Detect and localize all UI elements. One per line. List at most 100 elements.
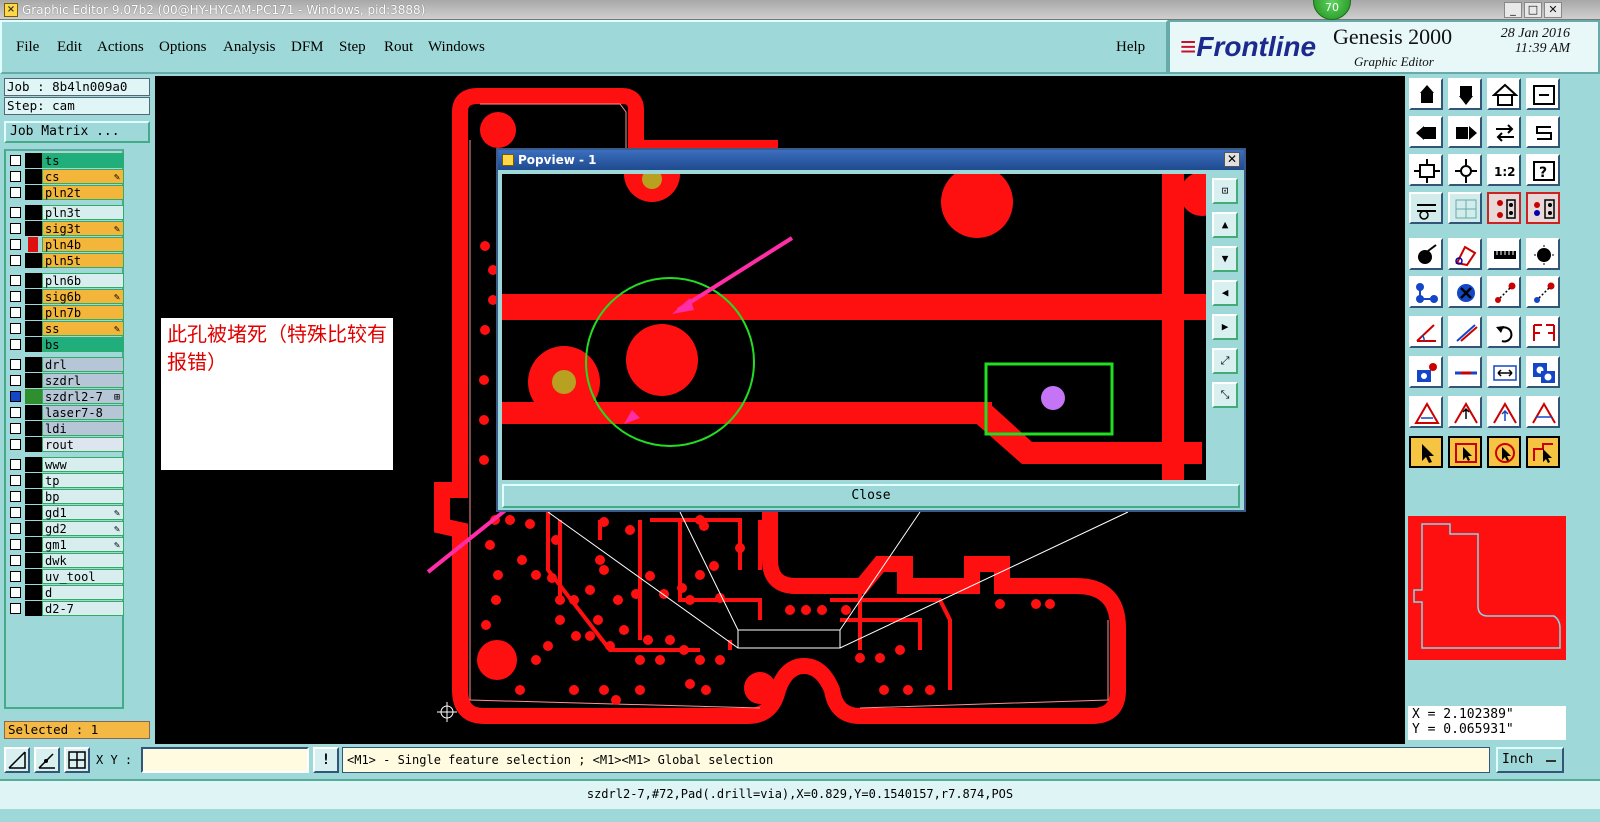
pan-right-icon[interactable] bbox=[1448, 116, 1482, 148]
close-window-button[interactable]: ✕ bbox=[1544, 2, 1562, 18]
triangle-icon[interactable] bbox=[1409, 396, 1443, 428]
layer-name[interactable]: rout bbox=[42, 437, 124, 452]
layer-name[interactable]: d bbox=[42, 585, 124, 600]
layer-color-swatch[interactable] bbox=[25, 437, 42, 452]
pan-down-icon[interactable] bbox=[1448, 78, 1482, 110]
job-matrix-button[interactable]: Job Matrix ... bbox=[4, 121, 150, 143]
popview-canvas[interactable] bbox=[502, 174, 1206, 480]
warning-button[interactable]: ! bbox=[313, 747, 339, 773]
layer-name[interactable]: d2-7 bbox=[42, 601, 124, 616]
layer-checkbox[interactable] bbox=[10, 439, 21, 450]
popview-zoom-icon[interactable]: ⊡ bbox=[1212, 178, 1238, 204]
layer-color-swatch[interactable] bbox=[25, 357, 42, 372]
layer-checkbox[interactable] bbox=[10, 255, 21, 266]
layer-row-bp[interactable]: bp bbox=[8, 489, 124, 504]
layer-row-rout[interactable]: rout bbox=[8, 437, 124, 452]
snap-icon[interactable] bbox=[4, 747, 30, 773]
layer-color-swatch[interactable] bbox=[25, 185, 42, 200]
layer-name[interactable]: uv_tool bbox=[42, 569, 124, 584]
angle-icon[interactable] bbox=[1409, 316, 1443, 348]
layer-color-swatch[interactable] bbox=[25, 337, 42, 352]
layer-checkbox[interactable] bbox=[10, 555, 21, 566]
popview-pan-up-icon[interactable]: ▲ bbox=[1212, 212, 1238, 238]
layer-color-swatch[interactable] bbox=[25, 373, 42, 388]
mirror-icon[interactable] bbox=[1526, 316, 1560, 348]
pad-dot-icon[interactable] bbox=[1526, 238, 1560, 270]
layer-name[interactable]: ts bbox=[42, 153, 124, 168]
move-point-alt-icon[interactable] bbox=[1526, 276, 1560, 308]
layer-row-pln3t[interactable]: pln3t bbox=[8, 205, 124, 220]
unit-selector[interactable]: Inch bbox=[1496, 747, 1564, 773]
layer-row-ldi[interactable]: ldi bbox=[8, 421, 124, 436]
popview-zoom-out-icon[interactable]: ⤡ bbox=[1212, 382, 1238, 408]
layer-name[interactable]: ss ✎ bbox=[42, 321, 124, 336]
layer-color-swatch[interactable] bbox=[25, 205, 42, 220]
scale-1-2-button[interactable]: 1:2 bbox=[1487, 154, 1521, 186]
layer-row-tp[interactable]: tp bbox=[8, 473, 124, 488]
arc-up-icon[interactable] bbox=[1448, 396, 1482, 428]
layer-name[interactable]: bp bbox=[42, 489, 124, 504]
layer-name[interactable]: ldi bbox=[42, 421, 124, 436]
layer-color-swatch[interactable] bbox=[25, 553, 42, 568]
layer-row-drl[interactable]: drl bbox=[8, 357, 124, 372]
zoom-extents-icon[interactable] bbox=[1409, 154, 1443, 186]
swap-view-icon[interactable] bbox=[1487, 116, 1521, 148]
layer-name[interactable]: pln5t bbox=[42, 253, 124, 268]
layer-color-swatch[interactable] bbox=[25, 305, 42, 320]
layer-color-swatch[interactable] bbox=[25, 601, 42, 616]
layer-color-swatch[interactable] bbox=[25, 521, 42, 536]
layer-checkbox[interactable] bbox=[10, 359, 21, 370]
layer-color-swatch[interactable] bbox=[25, 153, 42, 168]
select-box-icon[interactable] bbox=[1448, 436, 1482, 468]
overview-minimap[interactable] bbox=[1408, 516, 1566, 660]
layer-checkbox[interactable] bbox=[10, 475, 21, 486]
layer-name[interactable]: dwk bbox=[42, 553, 124, 568]
arc-edit-icon[interactable] bbox=[1526, 396, 1560, 428]
layer-compare-alt-icon[interactable] bbox=[1526, 192, 1560, 224]
layer-checkbox[interactable] bbox=[10, 375, 21, 386]
layer-color-swatch[interactable] bbox=[25, 473, 42, 488]
layer-compare-icon[interactable] bbox=[1487, 192, 1521, 224]
layer-checkbox[interactable] bbox=[10, 407, 21, 418]
layer-color-swatch[interactable] bbox=[25, 569, 42, 584]
angle-snap-icon[interactable] bbox=[34, 747, 60, 773]
help-icon[interactable]: ? bbox=[1526, 154, 1560, 186]
layer-checkbox[interactable] bbox=[10, 223, 21, 234]
measure-icon[interactable] bbox=[1409, 192, 1443, 224]
layer-checkbox[interactable] bbox=[10, 339, 21, 350]
layer-row-pln6b[interactable]: pln6b bbox=[8, 273, 124, 288]
popview-pan-down-icon[interactable]: ▼ bbox=[1212, 246, 1238, 272]
layer-color-swatch[interactable] bbox=[25, 273, 42, 288]
connect-icon[interactable] bbox=[1409, 276, 1443, 308]
grid-icon[interactable] bbox=[1448, 192, 1482, 224]
layer-row-d2-7[interactable]: d2-7 bbox=[8, 601, 124, 616]
xy-input[interactable] bbox=[141, 747, 309, 773]
layer-color-swatch[interactable] bbox=[25, 457, 42, 472]
layer-name[interactable]: pln4b bbox=[42, 237, 124, 252]
layer-row-laser7-8[interactable]: laser7-8 bbox=[8, 405, 124, 420]
layer-color-swatch[interactable] bbox=[25, 389, 42, 404]
layer-color-swatch[interactable] bbox=[25, 537, 42, 552]
layer-row-gm1[interactable]: gm1 ✎ bbox=[8, 537, 124, 552]
layer-row-uv_tool[interactable]: uv_tool bbox=[8, 569, 124, 584]
zoom-fit-icon[interactable] bbox=[1526, 78, 1560, 110]
line-split-icon[interactable] bbox=[1448, 356, 1482, 388]
layer-color-swatch[interactable] bbox=[25, 321, 42, 336]
menu-options[interactable]: Options bbox=[159, 39, 207, 56]
layer-checkbox[interactable] bbox=[10, 187, 21, 198]
add-pad-icon[interactable] bbox=[1409, 238, 1443, 270]
popview-zoom-in-icon[interactable]: ⤢ bbox=[1212, 348, 1238, 374]
layer-color-swatch[interactable] bbox=[25, 169, 42, 184]
menu-help[interactable]: Help bbox=[1116, 39, 1145, 56]
layer-row-ss[interactable]: ss ✎ bbox=[8, 321, 124, 336]
layer-checkbox[interactable] bbox=[10, 603, 21, 614]
menu-analysis[interactable]: Analysis bbox=[223, 39, 276, 56]
layer-name[interactable]: www bbox=[42, 457, 124, 472]
select-polygon-icon[interactable] bbox=[1526, 436, 1560, 468]
layer-row-bs[interactable]: bs bbox=[8, 337, 124, 352]
arc-height-icon[interactable] bbox=[1487, 396, 1521, 428]
menu-edit[interactable]: Edit bbox=[57, 39, 82, 56]
layer-name[interactable]: laser7-8 bbox=[42, 405, 124, 420]
line-icon[interactable] bbox=[1448, 316, 1482, 348]
layer-row-sig3t[interactable]: sig3t ✎ bbox=[8, 221, 124, 236]
